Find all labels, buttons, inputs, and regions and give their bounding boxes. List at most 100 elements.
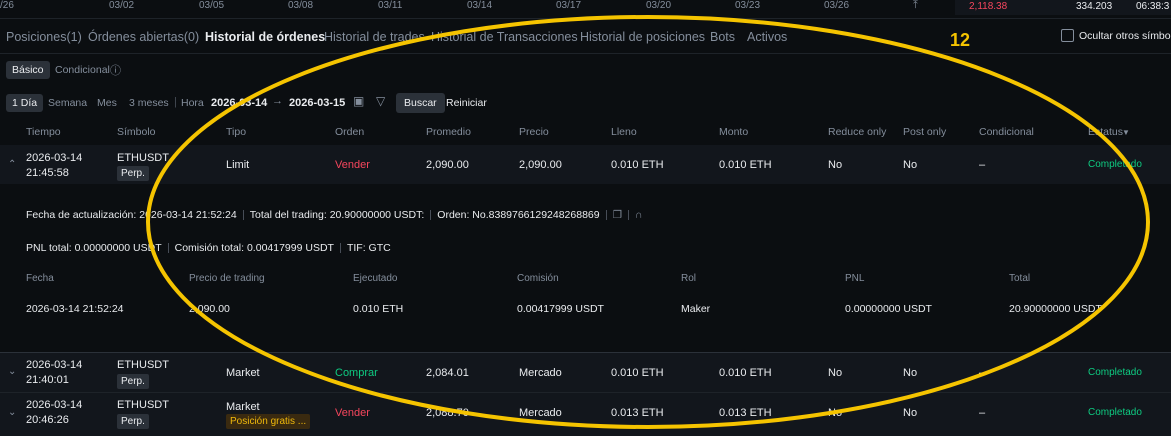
tab-open-orders[interactable]: Órdenes abiertas(0): [88, 30, 199, 44]
order-amount: 0.010 ETH: [719, 159, 772, 171]
range-week[interactable]: Semana: [48, 97, 87, 109]
tab-trade-history[interactable]: Historial de trades: [324, 30, 425, 44]
detail-commission-total: Comisión total: 0.00417999 USDT: [174, 242, 334, 254]
ticker-value: 334.203: [1076, 1, 1113, 12]
order-symbol: ETHUSDT: [117, 152, 169, 164]
detail-fill-date: 2026-03-14 21:52:24: [26, 303, 124, 315]
col-reduce-only: Reduce only: [828, 126, 887, 138]
order-time: 21:45:58: [26, 167, 69, 179]
col-symbol: Símbolo: [117, 126, 156, 138]
tab-position-history[interactable]: Historial de posiciones: [580, 30, 705, 44]
order-post-only: No: [903, 407, 918, 419]
ticker-time: 06:38:3: [1136, 1, 1170, 12]
filter-icon[interactable]: ▽: [376, 94, 385, 108]
detail-fill-role: Maker: [681, 303, 711, 315]
order-amount: 0.013 ETH: [719, 407, 772, 419]
date-tick: 03/20: [646, 0, 672, 11]
date-tick: 03/14: [467, 0, 493, 11]
order-side: Comprar: [335, 367, 378, 379]
detail-col-role: Rol: [681, 273, 697, 284]
order-filled: 0.010 ETH: [611, 367, 664, 379]
order-status: Completado: [1088, 159, 1142, 170]
table-row[interactable]: ⌄ 2026-03-14 20:46:26 ETHUSDT Perp. Mark…: [0, 393, 1171, 436]
range-1day[interactable]: 1 Día: [6, 94, 44, 112]
table-row[interactable]: ⌃ 2026-03-14 21:45:58 ETHUSDT Perp. Limi…: [0, 145, 1171, 184]
date-from[interactable]: 2026-03-14: [211, 97, 267, 109]
order-average: 2,084.01: [426, 367, 469, 379]
detail-fill-total: 20.90000000 USDT: [1009, 303, 1102, 315]
hide-others-label: Ocultar otros símbolo: [1079, 30, 1171, 42]
detail-order-no: Orden: No.8389766129248268869: [437, 209, 600, 221]
detail-col-executed: Ejecutado: [353, 273, 398, 284]
order-detail-panel: Fecha de actualización: 2026-03-14 21:52…: [0, 184, 1171, 352]
range-3months[interactable]: 3 meses: [129, 97, 169, 109]
order-side: Vender: [335, 407, 370, 419]
col-order: Orden: [335, 126, 365, 138]
calendar-icon[interactable]: ▣: [353, 94, 364, 108]
order-conditional: –: [979, 407, 986, 419]
date-tick: 03/11: [378, 0, 403, 11]
free-position-badge: Posición gratis ...: [226, 414, 311, 429]
sort-down-icon[interactable]: ▼: [1122, 128, 1130, 137]
order-conditional: –: [979, 367, 986, 379]
detail-fill-pnl: 0.00000000 USDT: [845, 303, 932, 315]
col-conditional: Condicional: [979, 126, 1034, 138]
perp-badge: Perp.: [117, 414, 149, 429]
date-tick: /26: [0, 0, 14, 11]
order-symbol: ETHUSDT: [117, 399, 169, 411]
order-price: 2,090.00: [519, 159, 562, 171]
export-icon[interactable]: ⤒: [913, 0, 918, 12]
annotation-number: 12: [950, 30, 971, 50]
date-tick: 03/23: [735, 0, 761, 11]
tab-bots[interactable]: Bots: [710, 30, 735, 44]
col-average: Promedio: [426, 126, 471, 138]
chevron-down-icon[interactable]: ⌄: [8, 407, 16, 418]
date-tick: 03/26: [824, 0, 850, 11]
date-to[interactable]: 2026-03-15: [289, 97, 345, 109]
order-filled: 0.010 ETH: [611, 159, 664, 171]
date-tick: 03/08: [288, 0, 314, 11]
range-month[interactable]: Mes: [97, 97, 117, 109]
tab-transaction-history[interactable]: Historial de Transacciones: [431, 30, 578, 44]
mode-conditional-button[interactable]: Condicional: [55, 64, 110, 76]
order-side: Vender: [335, 159, 370, 171]
tab-order-history[interactable]: Historial de órdenes: [205, 30, 325, 44]
order-reduce-only: No: [828, 407, 843, 419]
copy-icon[interactable]: ❐: [613, 209, 622, 221]
divider: |: [174, 96, 177, 108]
detail-fill-commission: 0.00417999 USDT: [517, 303, 604, 315]
col-time: Tiempo: [26, 126, 61, 138]
ticker-box: 2,118.38 334.203 06:38:3: [955, 0, 1171, 15]
headset-icon[interactable]: ∩: [635, 209, 643, 221]
detail-summary-line2: PNL total: 0.00000000 USDT Comisión total…: [26, 242, 391, 254]
col-filled: Lleno: [611, 126, 637, 138]
chevron-down-icon[interactable]: ⌄: [8, 366, 16, 377]
table-row[interactable]: ⌄ 2026-03-14 21:40:01 ETHUSDT Perp. Mark…: [0, 353, 1171, 392]
search-button[interactable]: Buscar: [396, 93, 445, 113]
reset-button[interactable]: Reiniciar: [446, 97, 487, 109]
chevron-up-icon[interactable]: ⌃: [8, 159, 16, 170]
mode-basic-button[interactable]: Básico: [6, 61, 50, 79]
perp-badge: Perp.: [117, 166, 149, 181]
arrow-right-icon: →: [272, 95, 283, 107]
col-status[interactable]: Estatus: [1088, 126, 1123, 138]
order-post-only: No: [903, 159, 918, 171]
tab-assets[interactable]: Activos: [747, 30, 787, 44]
order-reduce-only: No: [828, 367, 843, 379]
perp-badge: Perp.: [117, 374, 149, 389]
date-tick: 03/17: [556, 0, 582, 11]
order-status: Completado: [1088, 407, 1142, 418]
order-date: 2026-03-14: [26, 152, 83, 164]
date-tick: 03/05: [199, 0, 225, 11]
detail-fill-executed: 0.010 ETH: [353, 303, 404, 315]
order-symbol: ETHUSDT: [117, 359, 169, 371]
order-time: 20:46:26: [26, 414, 69, 426]
tab-positions[interactable]: Posiciones(1): [6, 30, 82, 44]
detail-fill-price: 2,090.00: [189, 303, 230, 315]
order-price: Mercado: [519, 367, 562, 379]
order-reduce-only: No: [828, 159, 843, 171]
col-post-only: Post only: [903, 126, 947, 138]
detail-summary-line1: Fecha de actualización: 2026-03-14 21:52…: [26, 209, 643, 221]
order-date: 2026-03-14: [26, 399, 83, 411]
hide-others-checkbox[interactable]: [1061, 29, 1074, 42]
